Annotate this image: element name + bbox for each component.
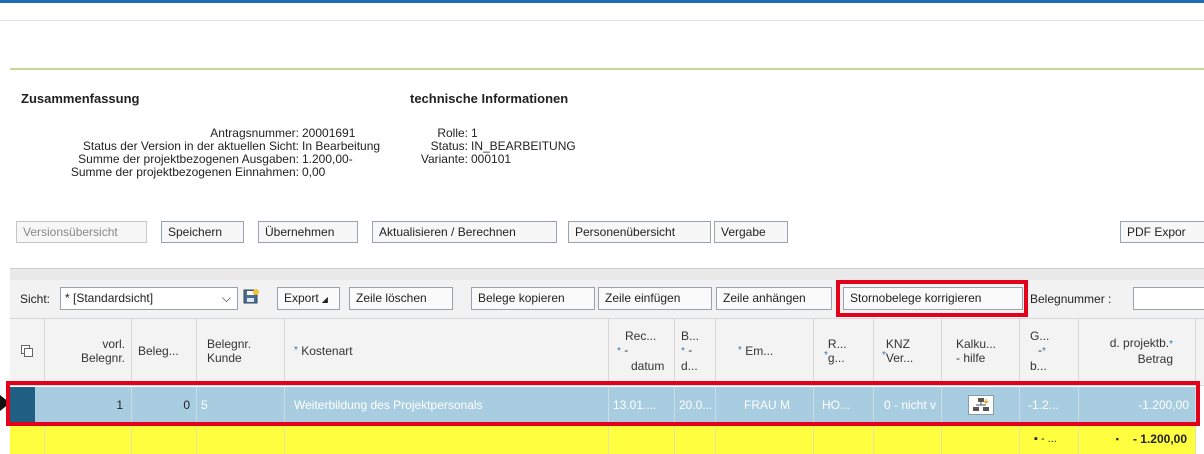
sum-cell xyxy=(609,424,675,454)
sum-betrag: ▪ - 1.200,00 xyxy=(1079,424,1196,454)
col-label: b... xyxy=(1030,359,1047,373)
summary-fields: Antragsnummer: 20001691 Status der Versio… xyxy=(20,127,402,179)
chevron-down-icon: ⌵ xyxy=(221,291,231,305)
col-em[interactable]: * Em... xyxy=(716,318,814,384)
summary-title: Zusammenfassung xyxy=(21,91,140,106)
sum-cell xyxy=(45,424,132,454)
sum-cell xyxy=(874,424,942,454)
col-label: g... xyxy=(827,351,845,365)
required-icon: * xyxy=(1042,346,1046,357)
document-number-input[interactable] xyxy=(1133,287,1204,310)
col-g[interactable]: G... -* b... xyxy=(1020,318,1079,384)
sum-betrag-value: - 1.200,00 xyxy=(1132,432,1187,446)
sum-cell xyxy=(942,424,1020,454)
col-label: B... xyxy=(681,329,700,343)
col-knz[interactable]: * KNZ Ver... xyxy=(874,318,942,384)
col-belegnr-kunde[interactable]: Belegnr. Kunde xyxy=(197,318,285,384)
copy-documents-button[interactable]: Belege kopieren xyxy=(471,287,595,310)
refresh-calculate-button[interactable]: Aktualisieren / Berechnen xyxy=(372,221,557,243)
col-label: - hilfe xyxy=(956,351,986,365)
col-bd[interactable]: B... * - d... xyxy=(675,318,716,384)
required-icon: * xyxy=(1169,339,1173,350)
col-label: G... xyxy=(1030,329,1050,343)
col-kalkulationshilfe[interactable]: Kalku... - hilfe xyxy=(942,318,1020,384)
apply-button[interactable]: Übernehmen xyxy=(258,221,358,243)
col-label: Kalku... xyxy=(956,337,997,351)
append-row-button[interactable]: Zeile anhängen xyxy=(716,287,832,310)
sum-marker: ▪ xyxy=(1115,434,1119,444)
col-label: Belegnr. xyxy=(80,351,125,365)
col-kostenart[interactable]: * Kostenart xyxy=(285,318,609,384)
col-label: Kunde xyxy=(207,351,242,365)
col-label: - xyxy=(624,343,629,357)
sum-cell xyxy=(10,424,45,454)
col-vorl-belegnr[interactable]: vorl. Belegnr. xyxy=(45,318,132,384)
document-number-label: Belegnummer : xyxy=(1030,292,1112,306)
persons-overview-button[interactable]: Personenübersicht xyxy=(568,221,711,243)
required-icon: * xyxy=(681,346,685,357)
col-rg[interactable]: * R... g... xyxy=(814,318,874,384)
highlight-storno-button xyxy=(836,280,1028,317)
col-label: Em... xyxy=(745,344,774,358)
section-divider xyxy=(10,68,1204,70)
col-label: Ver... xyxy=(885,351,914,365)
summary-label: Summe der projektbezogenen Einnahmen: xyxy=(70,165,299,179)
required-icon: * xyxy=(294,345,298,356)
view-label: Sicht: xyxy=(20,292,51,306)
dropdown-icon: ◢ xyxy=(321,295,328,304)
versions-overview-button[interactable]: Versionsübersicht xyxy=(16,221,147,243)
col-label: KNZ xyxy=(885,337,910,351)
save-button[interactable]: Speichern xyxy=(161,221,244,243)
col-label: d... xyxy=(681,359,698,373)
required-icon: * xyxy=(738,345,742,356)
col-label: d. projektb. xyxy=(1109,336,1170,350)
sum-cell xyxy=(675,424,716,454)
sum-g: ▪ - ... xyxy=(1020,424,1079,454)
col-label: Kostenart xyxy=(301,344,353,358)
sum-cell xyxy=(716,424,814,454)
tech-label: Variante: xyxy=(420,152,468,166)
top-accent-bar xyxy=(0,0,1204,3)
delete-row-button[interactable]: Zeile löschen xyxy=(349,287,453,310)
col-label: Betrag xyxy=(1137,352,1173,366)
col-label: - xyxy=(688,343,693,357)
col-rec-datum[interactable]: Rec... * - datum xyxy=(609,318,675,384)
col-beleg[interactable]: Beleg... xyxy=(132,318,197,384)
summary-value: 0,00 xyxy=(302,165,326,179)
col-betrag[interactable]: d. projektb.* Betrag xyxy=(1079,318,1196,384)
sum-cell xyxy=(132,424,197,454)
highlight-data-row xyxy=(6,381,1200,426)
export-label: Export xyxy=(284,291,319,305)
sum-cell xyxy=(285,424,609,454)
col-label: Belegnr. xyxy=(207,337,252,351)
award-button[interactable]: Vergabe xyxy=(714,221,788,243)
export-button[interactable]: Export ◢ xyxy=(277,287,340,310)
col-label: R... xyxy=(827,337,847,351)
header-divider xyxy=(0,20,1204,21)
view-select-value: * [Standardsicht] xyxy=(65,291,154,305)
insert-row-button[interactable]: Zeile einfügen xyxy=(598,287,712,310)
sum-cell xyxy=(197,424,285,454)
sum-cell xyxy=(814,424,874,454)
tech-info-fields: Rolle: 1 Status: IN_BEARBEITUNG Variante: 0… xyxy=(410,127,576,166)
save-view-icon[interactable] xyxy=(242,288,260,306)
select-all-icon[interactable] xyxy=(10,318,45,384)
col-label: Rec... xyxy=(625,329,657,343)
col-label: datum xyxy=(631,359,665,373)
pdf-export-button[interactable]: PDF Expor xyxy=(1120,221,1204,243)
view-select[interactable]: * [Standardsicht] ⌵ xyxy=(60,287,238,310)
col-label: vorl. xyxy=(102,337,125,351)
tech-info-title: technische Informationen xyxy=(410,91,569,106)
tech-value: 000101 xyxy=(471,152,512,166)
required-icon: * xyxy=(617,346,621,357)
